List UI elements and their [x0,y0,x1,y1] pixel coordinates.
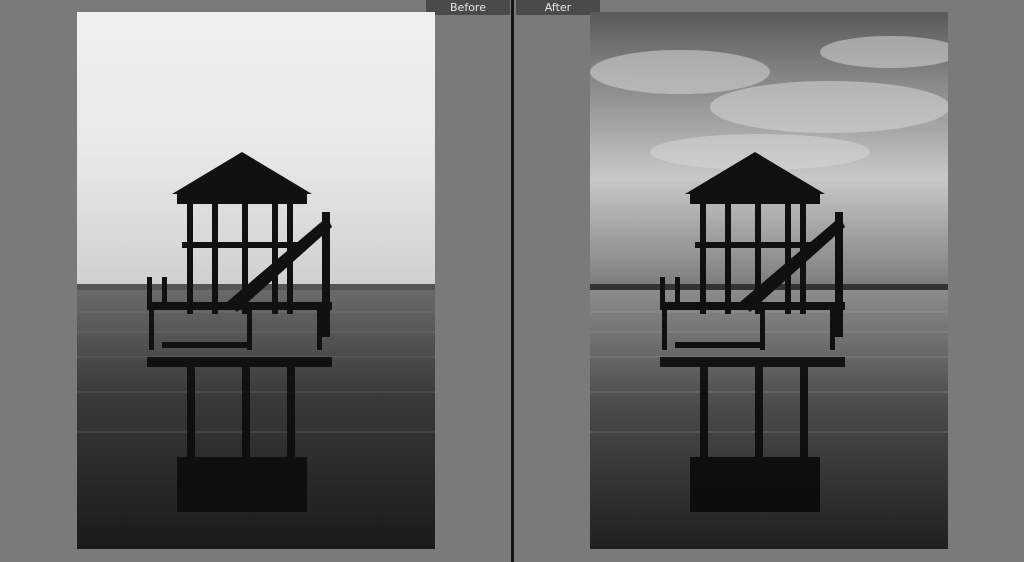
after-photo[interactable] [590,12,948,549]
after-label: After [516,0,600,15]
before-pane: Before [0,0,511,562]
before-label: Before [426,0,510,15]
before-photo[interactable] [77,12,435,549]
before-photo-art [77,12,435,549]
after-pane: After [514,0,1024,562]
after-photo-art [590,12,948,549]
